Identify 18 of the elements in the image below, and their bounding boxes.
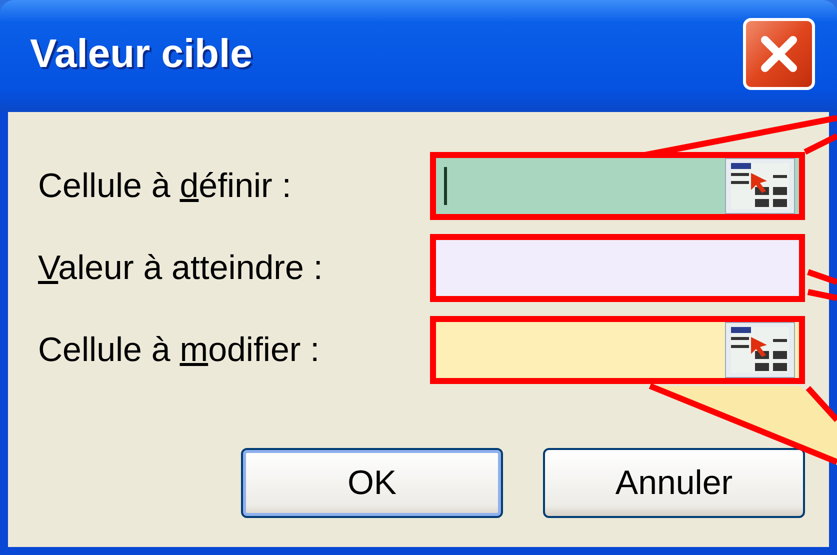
- collapse-dialog-button[interactable]: [725, 158, 795, 214]
- dialog-button[interactable]: Annuler: [543, 448, 805, 518]
- cell-range-icon: [729, 161, 791, 211]
- field-label: Valeur à atteindre :: [38, 248, 324, 288]
- input-field[interactable]: [430, 316, 805, 384]
- cell-range-icon: [729, 325, 791, 375]
- dialog-button[interactable]: OK: [241, 448, 503, 518]
- close-button[interactable]: [743, 18, 815, 90]
- input-field[interactable]: [430, 234, 805, 302]
- input-field[interactable]: [430, 152, 805, 220]
- close-icon: [759, 34, 799, 74]
- collapse-dialog-button[interactable]: [725, 322, 795, 378]
- field-label: Cellule à définir :: [38, 166, 292, 206]
- leader-line: [807, 269, 837, 285]
- text-cursor: [444, 167, 447, 205]
- leader-line: [807, 289, 837, 301]
- field-label: Cellule à modifier :: [38, 330, 321, 370]
- window-title: Valeur cible: [30, 32, 252, 76]
